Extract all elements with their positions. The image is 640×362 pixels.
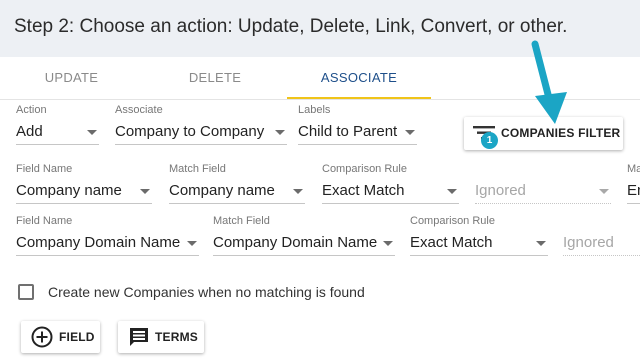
annotation-arrow-icon <box>531 40 567 124</box>
cut-off-label: Ma <box>627 163 640 175</box>
chevron-down-icon <box>293 189 303 194</box>
active-tab-indicator <box>287 97 431 99</box>
ignored-value: Ignored <box>475 182 526 199</box>
field-name-select[interactable]: Company Domain Name <box>16 230 199 256</box>
action-label: Action <box>16 104 47 116</box>
associate-value: Company to Company <box>115 123 265 140</box>
create-new-checkbox[interactable] <box>18 284 34 300</box>
chevron-down-icon <box>87 130 97 135</box>
ignored-select[interactable]: Ignored <box>563 230 640 256</box>
labels-select[interactable]: Child to Parent <box>298 119 417 145</box>
field-name-value: Company Domain Name <box>16 234 181 251</box>
comment-icon <box>130 328 148 346</box>
terms-label: TERMS <box>155 330 198 344</box>
cut-off-select[interactable]: En <box>627 178 640 204</box>
comparison-rule-value: Exact Match <box>322 182 405 199</box>
labels-label: Labels <box>298 104 331 116</box>
tab-update[interactable]: UPDATE <box>0 58 143 100</box>
labels-value: Child to Parent <box>298 123 398 140</box>
comparison-rule-value: Exact Match <box>410 234 493 251</box>
chevron-down-icon <box>187 241 197 246</box>
tab-delete[interactable]: DELETE <box>143 58 287 100</box>
chevron-down-icon <box>447 189 457 194</box>
field-name-label: Field Name <box>16 215 73 227</box>
comparison-rule-select[interactable]: Exact Match <box>322 178 459 204</box>
chevron-down-icon <box>383 241 393 246</box>
associate-select[interactable]: Company to Company <box>115 119 287 145</box>
tab-associate[interactable]: ASSOCIATE <box>287 58 431 100</box>
action-value: Add <box>16 123 43 140</box>
match-field-label: Match Field <box>169 163 226 175</box>
chevron-down-icon <box>599 189 609 194</box>
chevron-down-icon <box>536 241 546 246</box>
match-field-label: Match Field <box>213 215 270 227</box>
chevron-down-icon <box>405 130 415 135</box>
field-name-label: Field Name <box>16 163 73 175</box>
cut-off-value: En <box>627 182 640 199</box>
ignored-select[interactable]: Ignored <box>475 178 611 204</box>
associate-label: Associate <box>115 104 163 116</box>
match-field-select[interactable]: Company Domain Name <box>213 230 395 256</box>
comparison-rule-select[interactable]: Exact Match <box>410 230 548 256</box>
match-field-value: Company name <box>169 182 275 199</box>
match-field-select[interactable]: Company name <box>169 178 305 204</box>
add-field-button[interactable]: FIELD <box>21 321 100 353</box>
chevron-down-icon <box>140 189 150 194</box>
ignored-value: Ignored <box>563 234 614 251</box>
terms-button[interactable]: TERMS <box>118 321 204 353</box>
comparison-rule-label: Comparison Rule <box>410 215 495 227</box>
action-select[interactable]: Add <box>16 119 99 145</box>
field-name-select[interactable]: Company name <box>16 178 152 204</box>
field-name-value: Company name <box>16 182 122 199</box>
chevron-down-icon <box>275 130 285 135</box>
comparison-rule-label: Comparison Rule <box>322 163 407 175</box>
match-field-value: Company Domain Name <box>213 234 378 251</box>
add-circle-icon <box>31 326 53 348</box>
step-title: Step 2: Choose an action: Update, Delete… <box>14 16 568 37</box>
filter-count-badge: 1 <box>481 132 498 149</box>
add-field-label: FIELD <box>59 330 95 344</box>
create-new-label: Create new Companies when no matching is… <box>48 284 365 300</box>
